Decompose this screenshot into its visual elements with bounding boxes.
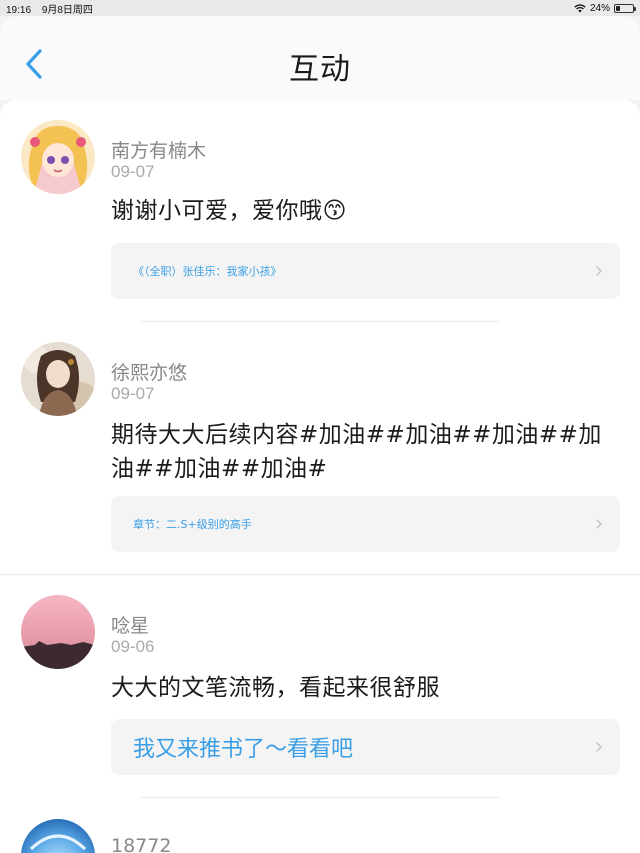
page-title: 互动 [289, 52, 351, 87]
comment-author: 18772 [111, 835, 172, 853]
battery-percent: 24% [589, 2, 610, 14]
comment-text: 期待大大后续内容#加油##加油##加油##加油##加油##加油# [111, 422, 602, 482]
avatar-image [21, 342, 95, 416]
comment-date: 09-07 [111, 162, 155, 181]
avatar[interactable] [21, 595, 95, 669]
comment-text: 谢谢小可爱，爱你哦😙 [111, 198, 347, 224]
comment-reference[interactable]: 《（全职）张佳乐：我家小孩》 [111, 243, 620, 299]
comment-item: 南方有楠木 09-07 谢谢小可爱，爱你哦😙 《（全职）张佳乐：我家小孩》 [0, 100, 640, 322]
comment-date: 09-06 [111, 637, 155, 656]
reference-label: 章节：二.S+级别的高手 [133, 518, 252, 531]
reference-label: 我又来推书了～看看吧 [133, 737, 354, 762]
comment-item: 唸星 09-06 大大的文笔流畅，看起来很舒服 我又来推书了～看看吧 [0, 575, 640, 798]
comment-item: 徐熙亦悠 09-07 期待大大后续内容#加油##加油##加油##加油##加油##… [0, 322, 640, 575]
battery-icon [614, 3, 636, 13]
status-right: 24% [574, 2, 636, 14]
status-left: 19:16 9月8日周四 [6, 1, 101, 16]
comment-author: 唸星 [111, 615, 150, 637]
comment-author: 徐熙亦悠 [111, 362, 188, 384]
status-bar: 19:16 9月8日周四 24% [0, 0, 640, 16]
chevron-right-icon [596, 519, 602, 529]
comment-item: 18772 [0, 797, 640, 853]
comment-reference[interactable]: 我又来推书了～看看吧 [111, 719, 620, 775]
comment-author: 南方有楠木 [111, 140, 207, 162]
wifi-icon [574, 3, 586, 12]
avatar[interactable] [21, 342, 95, 416]
header: 互动 [0, 16, 640, 100]
avatar-image [21, 819, 95, 853]
avatar[interactable] [21, 120, 95, 194]
avatar[interactable] [21, 819, 95, 853]
comment-date: 09-07 [111, 384, 155, 403]
chevron-right-icon [596, 266, 602, 276]
status-date: 9月8日周四 [41, 4, 93, 16]
battery-fill [616, 5, 620, 11]
chevron-right-icon [596, 742, 602, 752]
comment-reference[interactable]: 章节：二.S+级别的高手 [111, 496, 620, 552]
avatar-image [21, 595, 95, 669]
comment-list[interactable]: 南方有楠木 09-07 谢谢小可爱，爱你哦😙 《（全职）张佳乐：我家小孩》 徐熙… [0, 100, 640, 853]
reference-label: 《（全职）张佳乐：我家小孩》 [133, 265, 282, 278]
comment-text: 大大的文笔流畅，看起来很舒服 [111, 675, 440, 701]
avatar-image [21, 120, 95, 194]
status-time: 19:16 [6, 4, 32, 16]
